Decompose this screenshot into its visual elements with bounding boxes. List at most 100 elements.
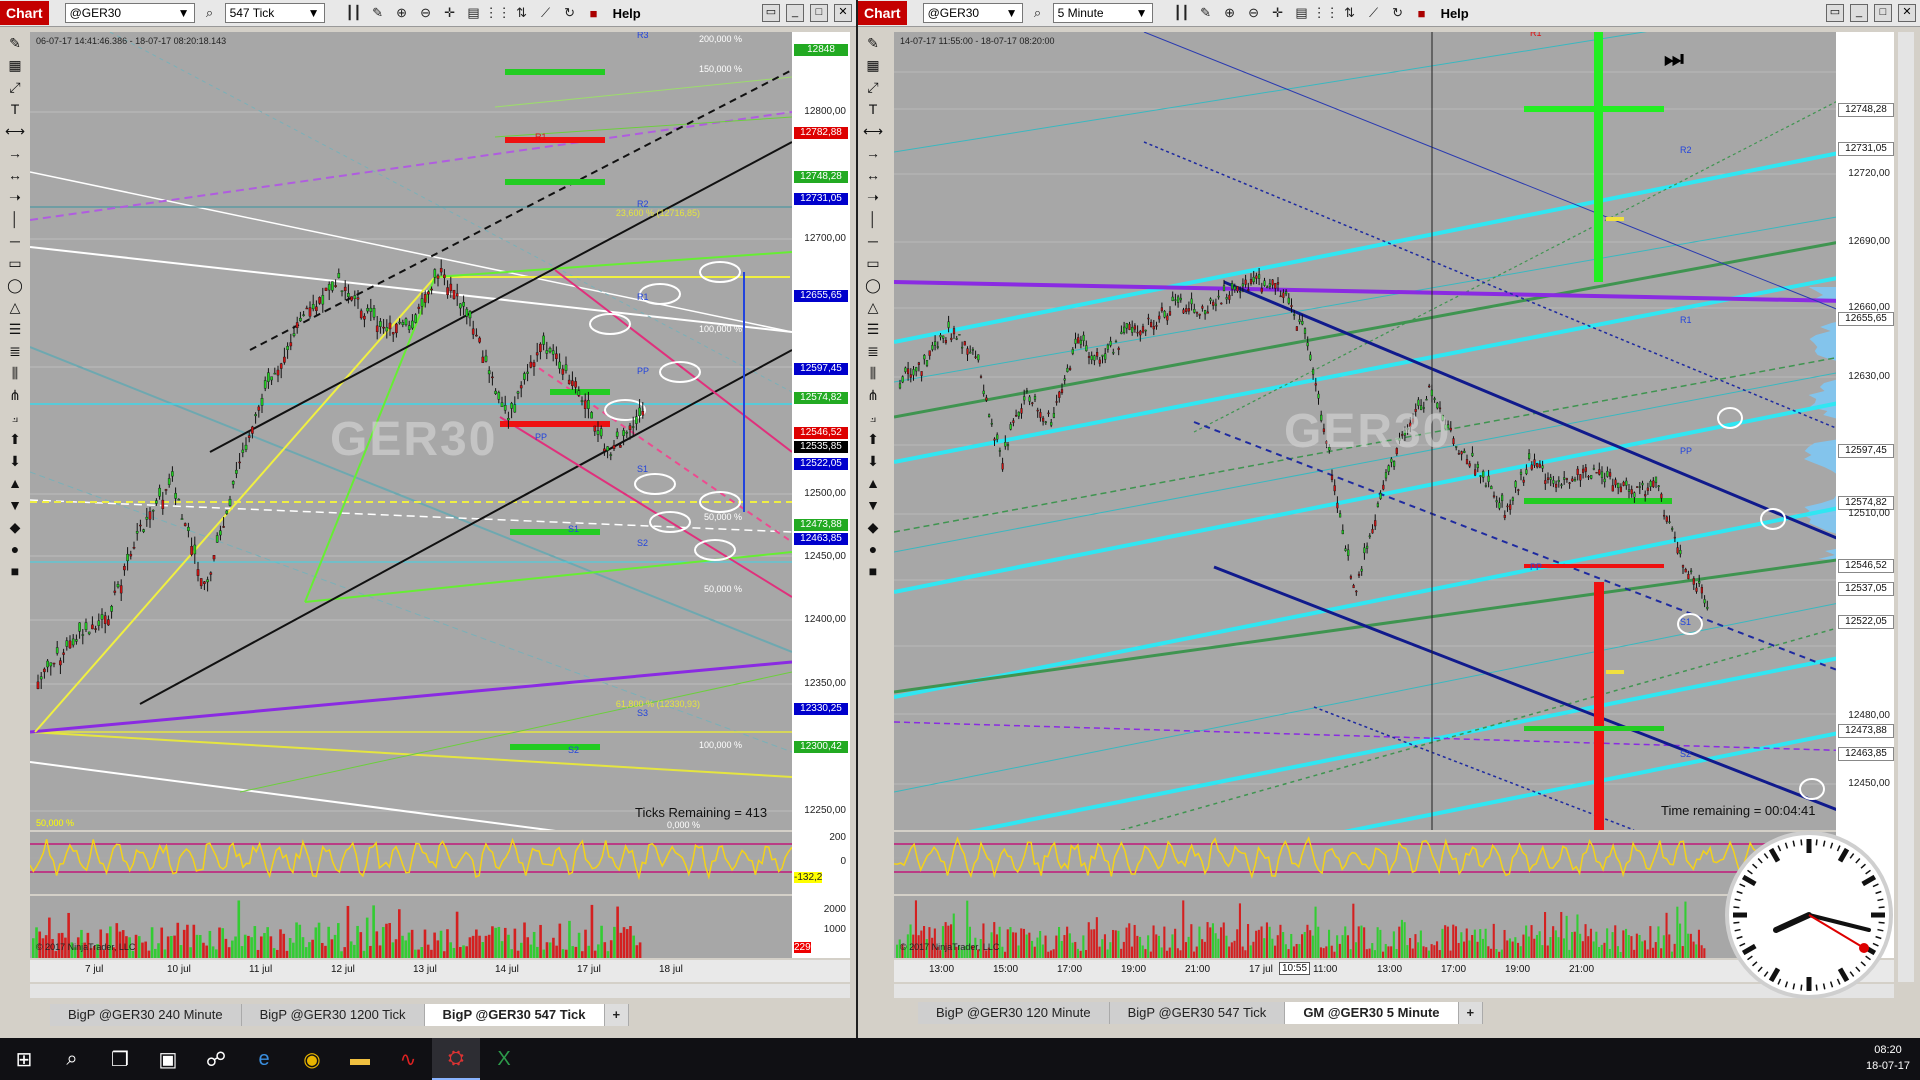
line-icon[interactable]: ⟷ xyxy=(860,120,886,142)
triangle-up-icon[interactable]: ▲ xyxy=(860,472,886,494)
left-price-axis[interactable]: 12848 12782,88 12748,28 12731,05 12655,65 125… xyxy=(792,32,850,958)
chart-tab[interactable]: BigP @GER30 240 Minute xyxy=(50,1004,242,1026)
right-vertical-scrollbar[interactable] xyxy=(1898,32,1914,982)
gann-fan-icon[interactable]: ⟓ xyxy=(860,406,886,428)
fib-extension-icon[interactable]: ≣ xyxy=(2,340,28,362)
zoom-in-icon[interactable]: ⊕ xyxy=(1221,4,1239,22)
taskbar-clock[interactable]: 08:20 18-07-17 xyxy=(1866,1042,1910,1074)
search-icon[interactable]: ⌕ xyxy=(1029,4,1047,22)
left-minimize-button[interactable]: _ xyxy=(786,4,804,22)
zoom-out-icon[interactable]: ⊖ xyxy=(417,4,435,22)
crosshair-icon[interactable]: ✛ xyxy=(1269,4,1287,22)
bar-style-icon[interactable]: ┃┃ xyxy=(345,4,363,22)
properties-icon[interactable]: ▤ xyxy=(465,4,483,22)
text-icon[interactable]: T xyxy=(2,98,28,120)
fibonacci-icon[interactable]: ☰ xyxy=(860,318,886,340)
messenger-icon[interactable]: ☍ xyxy=(192,1038,240,1080)
remote-app-icon[interactable]: ▣ xyxy=(144,1038,192,1080)
arrow-down-icon[interactable]: ⬇ xyxy=(2,450,28,472)
indicators-icon[interactable]: ⋮⋮ xyxy=(1313,4,1339,22)
regression-icon[interactable]: ⫼ xyxy=(860,362,886,384)
strategies-icon[interactable]: ⇅ xyxy=(513,4,531,22)
triangle-icon[interactable]: △ xyxy=(860,296,886,318)
chart-tab[interactable]: BigP @GER30 547 Tick xyxy=(424,1004,605,1026)
diamond-icon[interactable]: ◆ xyxy=(2,516,28,538)
risk-reward-icon[interactable]: ⤢ xyxy=(860,76,886,98)
ray-icon[interactable]: → xyxy=(2,142,28,164)
reload-icon[interactable]: ↻ xyxy=(561,4,579,22)
strategy-icon[interactable]: ⟋ xyxy=(537,4,555,22)
left-price-panel[interactable]: 200,000 % 150,000 % 23,600 % (12716,85) 100… xyxy=(30,32,792,830)
pencil-icon[interactable]: ✎ xyxy=(369,4,387,22)
risk-reward-icon[interactable]: ⤢ xyxy=(2,76,28,98)
excel-icon[interactable]: X xyxy=(480,1038,528,1080)
arrow-up-icon[interactable]: ⬆ xyxy=(2,428,28,450)
right-interval-select[interactable]: 5 Minute ▼ xyxy=(1052,3,1153,23)
left-instrument-select[interactable]: @GER30 ▼ xyxy=(64,3,195,23)
dot-icon[interactable]: ● xyxy=(2,538,28,560)
strategies-icon[interactable]: ⇅ xyxy=(1341,4,1359,22)
zoom-out-icon[interactable]: ⊖ xyxy=(1245,4,1263,22)
extended-line-icon[interactable]: ↔ xyxy=(860,164,886,186)
horizontal-line-icon[interactable]: ─ xyxy=(860,230,886,252)
right-minimize-button[interactable]: _ xyxy=(1850,4,1868,22)
dot-icon[interactable]: ● xyxy=(860,538,886,560)
diamond-icon[interactable]: ◆ xyxy=(860,516,886,538)
square-icon[interactable]: ■ xyxy=(860,560,886,582)
extended-line-icon[interactable]: ↔ xyxy=(2,164,28,186)
ellipse-icon[interactable]: ◯ xyxy=(2,274,28,296)
trading-app-icon[interactable]: ∿ xyxy=(384,1038,432,1080)
fibonacci-icon[interactable]: ☰ xyxy=(2,318,28,340)
chart-tab[interactable]: BigP @GER30 1200 Tick xyxy=(241,1004,425,1026)
ellipse-icon[interactable]: ◯ xyxy=(860,274,886,296)
windows-start-icon[interactable]: ⊞ xyxy=(0,1038,48,1080)
left-volume-panel[interactable]: © 2017 NinjaTrader, LLC xyxy=(30,896,792,958)
right-instrument-select[interactable]: @GER30 ▼ xyxy=(922,3,1023,23)
line-icon[interactable]: ⟷ xyxy=(2,120,28,142)
triangle-down-icon[interactable]: ▼ xyxy=(2,494,28,516)
right-help-menu[interactable]: Help xyxy=(1441,6,1469,21)
vertical-line-icon[interactable]: │ xyxy=(860,208,886,230)
skip-to-end-icon[interactable]: ⏭ xyxy=(1664,46,1684,72)
book-icon[interactable]: ■ xyxy=(585,4,603,22)
zoom-in-icon[interactable]: ⊕ xyxy=(393,4,411,22)
right-price-axis[interactable]: 12748,28 12731,05 12655,65 12597,45 12574,82… xyxy=(1836,32,1894,958)
left-close-button[interactable]: ✕ xyxy=(834,4,852,22)
add-tab-button[interactable]: + xyxy=(1458,1002,1484,1024)
arrow-up-icon[interactable]: ⬆ xyxy=(860,428,886,450)
ruler-icon[interactable]: ▦ xyxy=(860,54,886,76)
chart-tab[interactable]: GM @GER30 5 Minute xyxy=(1285,1002,1459,1024)
right-chart-menu-button[interactable]: Chart xyxy=(858,1,907,25)
edge-browser-icon[interactable]: e xyxy=(240,1038,288,1080)
right-price-panel[interactable]: R1 R2 R1 PP PP S1 S2 GER30 14-07-17 11:55:00 -… xyxy=(894,32,1894,830)
vertical-line-icon[interactable]: │ xyxy=(2,208,28,230)
left-horizontal-scrollbar[interactable] xyxy=(30,984,850,998)
search-icon[interactable]: ⌕ xyxy=(48,1038,96,1080)
right-restore-button[interactable]: ▭ xyxy=(1826,4,1844,22)
arrow-down-icon[interactable]: ⬇ xyxy=(860,450,886,472)
bar-style-icon[interactable]: ┃┃ xyxy=(1173,4,1191,22)
left-maximize-button[interactable]: □ xyxy=(810,4,828,22)
book-icon[interactable]: ■ xyxy=(1413,4,1431,22)
crosshair-icon[interactable]: ✛ xyxy=(441,4,459,22)
triangle-up-icon[interactable]: ▲ xyxy=(2,472,28,494)
left-restore-button[interactable]: ▭ xyxy=(762,4,780,22)
task-view-icon[interactable]: ❐ xyxy=(96,1038,144,1080)
gann-fan-icon[interactable]: ⟓ xyxy=(2,406,28,428)
rectangle-icon[interactable]: ▭ xyxy=(860,252,886,274)
file-explorer-icon[interactable]: ▬ xyxy=(336,1038,384,1080)
triangle-down-icon[interactable]: ▼ xyxy=(860,494,886,516)
arrow-line-icon[interactable]: ➝ xyxy=(860,186,886,208)
left-chart-menu-button[interactable]: Chart xyxy=(0,1,49,25)
arrow-line-icon[interactable]: ➝ xyxy=(2,186,28,208)
triangle-icon[interactable]: △ xyxy=(2,296,28,318)
fib-extension-icon[interactable]: ≣ xyxy=(860,340,886,362)
right-close-button[interactable]: ✕ xyxy=(1898,4,1916,22)
left-oscillator-panel[interactable] xyxy=(30,832,792,894)
pencil-icon[interactable]: ✎ xyxy=(2,32,28,54)
indicators-icon[interactable]: ⋮⋮ xyxy=(485,4,511,22)
ray-icon[interactable]: → xyxy=(860,142,886,164)
right-maximize-button[interactable]: □ xyxy=(1874,4,1892,22)
chart-tab[interactable]: BigP @GER30 120 Minute xyxy=(918,1002,1110,1024)
reload-icon[interactable]: ↻ xyxy=(1389,4,1407,22)
